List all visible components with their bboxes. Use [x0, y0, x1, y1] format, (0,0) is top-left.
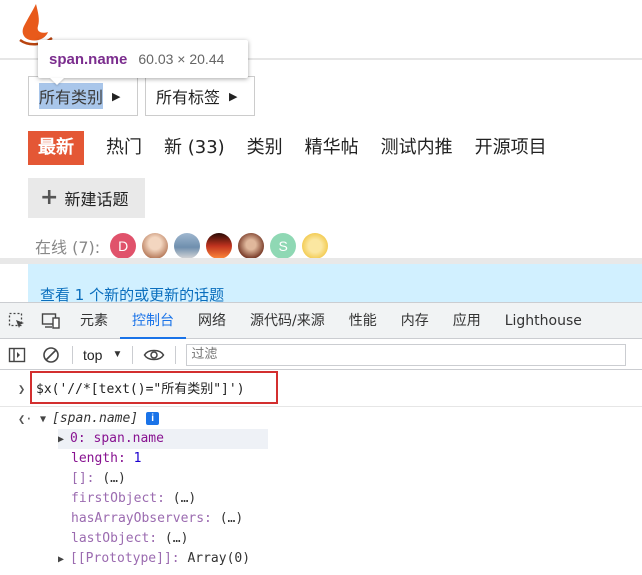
result-summary: [span.name] [52, 411, 139, 426]
item-value: span.name [93, 431, 164, 446]
online-users: 在线 (7): D S [35, 233, 334, 259]
eye-icon[interactable] [137, 340, 171, 370]
clear-console-icon[interactable] [34, 340, 68, 370]
tag-dropdown[interactable]: 所有标签 ▶ [145, 76, 255, 116]
result-last-object[interactable]: lastObject: (…) [71, 529, 188, 549]
result-prototype[interactable]: ▶ [[Prototype]]: Array(0) [58, 549, 250, 569]
sidebar-toggle-icon[interactable] [0, 340, 34, 370]
nav-latest[interactable]: 最新 [28, 131, 84, 165]
getter-ellipsis: (…) [172, 491, 197, 506]
expand-right-icon: ▶ [58, 434, 65, 445]
getter-ellipsis: (…) [219, 511, 244, 526]
nav-open-source[interactable]: 开源项目 [475, 131, 547, 165]
result-length: length: 1 [71, 449, 141, 469]
toolbar-separator [72, 345, 73, 364]
empty-key: []: [71, 471, 95, 486]
console-filter-input[interactable] [186, 343, 627, 366]
new-topic-label: 新建话题 [64, 190, 129, 209]
plus-icon: + [40, 185, 59, 210]
prototype-value: Array(0) [187, 551, 251, 566]
category-dropdown[interactable]: 所有类别 ▶ [28, 76, 138, 116]
console-toolbar: top ▼ [0, 340, 642, 370]
tab-performance[interactable]: 性能 [337, 303, 389, 339]
console-command: $x('//*[text()="所有类别"]') [36, 382, 245, 397]
avatar[interactable]: D [110, 233, 137, 259]
expand-right-icon: ▶ [58, 554, 65, 565]
chevron-right-icon: ❯ [18, 382, 26, 396]
new-topics-alert-text[interactable]: 查看 1 个新的或更新的话题 [40, 284, 224, 302]
tab-memory[interactable]: 内存 [389, 303, 441, 339]
avatar[interactable] [302, 233, 329, 259]
nav-featured[interactable]: 精华帖 [305, 131, 359, 165]
tab-application[interactable]: 应用 [441, 303, 493, 339]
web-page: span.name 60.03 × 20.44 所有类别 ▶ 所有标签 ▶ 最新… [0, 0, 642, 302]
toolbar-separator [132, 345, 134, 364]
category-dropdown-label: 所有类别 [39, 83, 104, 109]
toolbar-separator [175, 345, 177, 364]
prototype-key: [[Prototype]]: [70, 551, 180, 566]
length-key: length: [71, 451, 126, 466]
inspect-tooltip: span.name 60.03 × 20.44 [38, 40, 248, 85]
avatar[interactable] [142, 233, 169, 259]
devtools-tabbar: 元素 控制台 网络 源代码/来源 性能 内存 应用 Lighthouse [0, 303, 642, 339]
tab-console[interactable]: 控制台 [120, 303, 186, 339]
caret-down-icon: ▼ [112, 349, 123, 360]
result-first-object[interactable]: firstObject: (…) [71, 489, 196, 509]
expand-down-icon: ▼ [40, 414, 47, 425]
tab-network[interactable]: 网络 [186, 303, 238, 339]
caret-right-icon: ▶ [112, 89, 121, 103]
result-item-0[interactable]: ▶ 0: span.name [58, 429, 268, 449]
getter-ellipsis: (…) [164, 531, 189, 546]
tab-sources[interactable]: 源代码/来源 [238, 303, 337, 339]
result-empty-getter[interactable]: []: (…) [71, 469, 126, 489]
avatar[interactable]: S [270, 233, 297, 259]
info-icon[interactable]: i [146, 412, 160, 425]
tab-lighthouse[interactable]: Lighthouse [493, 303, 594, 339]
devtools-panel: 元素 控制台 网络 源代码/来源 性能 内存 应用 Lighthouse top… [0, 302, 642, 575]
getter-ellipsis: (…) [102, 471, 126, 486]
topic-nav: 最新 热门 新 (33) 类别 精华帖 测试内推 开源项目 [28, 131, 569, 165]
console-input-line: ❯ $x('//*[text()="所有类别"]') [0, 371, 642, 407]
caret-right-icon: ▶ [229, 89, 238, 103]
avatar[interactable] [206, 233, 233, 259]
nav-referral[interactable]: 测试内推 [381, 131, 453, 165]
nav-top[interactable]: 热门 [106, 131, 142, 165]
device-toolbar-icon[interactable] [34, 303, 68, 339]
avatar[interactable] [174, 233, 201, 259]
tab-elements[interactable]: 元素 [68, 303, 120, 339]
has-array-observers-key: hasArrayObservers: [71, 511, 212, 526]
console-output: ❯ $x('//*[text()="所有类别"]') ❮· ▼ [span.nam… [0, 371, 642, 575]
result-summary-row[interactable]: ▼ [span.name] i [40, 409, 160, 429]
inspect-element-icon[interactable] [0, 303, 34, 339]
highlighted-command[interactable]: $x('//*[text()="所有类别"]') [30, 371, 278, 404]
nav-categories[interactable]: 类别 [247, 131, 283, 165]
avatar[interactable] [238, 233, 265, 259]
first-object-key: firstObject: [71, 491, 165, 506]
tag-dropdown-label: 所有标签 [156, 88, 221, 107]
new-topics-alert[interactable]: 查看 1 个新的或更新的话题 [28, 264, 642, 302]
result-arrow-icon: ❮· [18, 412, 33, 426]
tooltip-element-size: 60.03 × 20.44 [138, 51, 225, 67]
item-key: 0: [70, 431, 86, 446]
tooltip-arrow [50, 78, 64, 85]
context-selector-value: top [83, 346, 103, 363]
context-selector[interactable]: top ▼ [77, 347, 128, 363]
tooltip-element-name: span.name [49, 50, 128, 68]
length-value: 1 [133, 451, 142, 466]
online-count-label: 在线 (7): [35, 238, 101, 257]
result-has-array-observers[interactable]: hasArrayObservers: (…) [71, 509, 243, 529]
last-object-key: lastObject: [71, 531, 158, 546]
new-topic-button[interactable]: + 新建话题 [28, 178, 145, 218]
nav-new[interactable]: 新 (33) [164, 131, 225, 165]
